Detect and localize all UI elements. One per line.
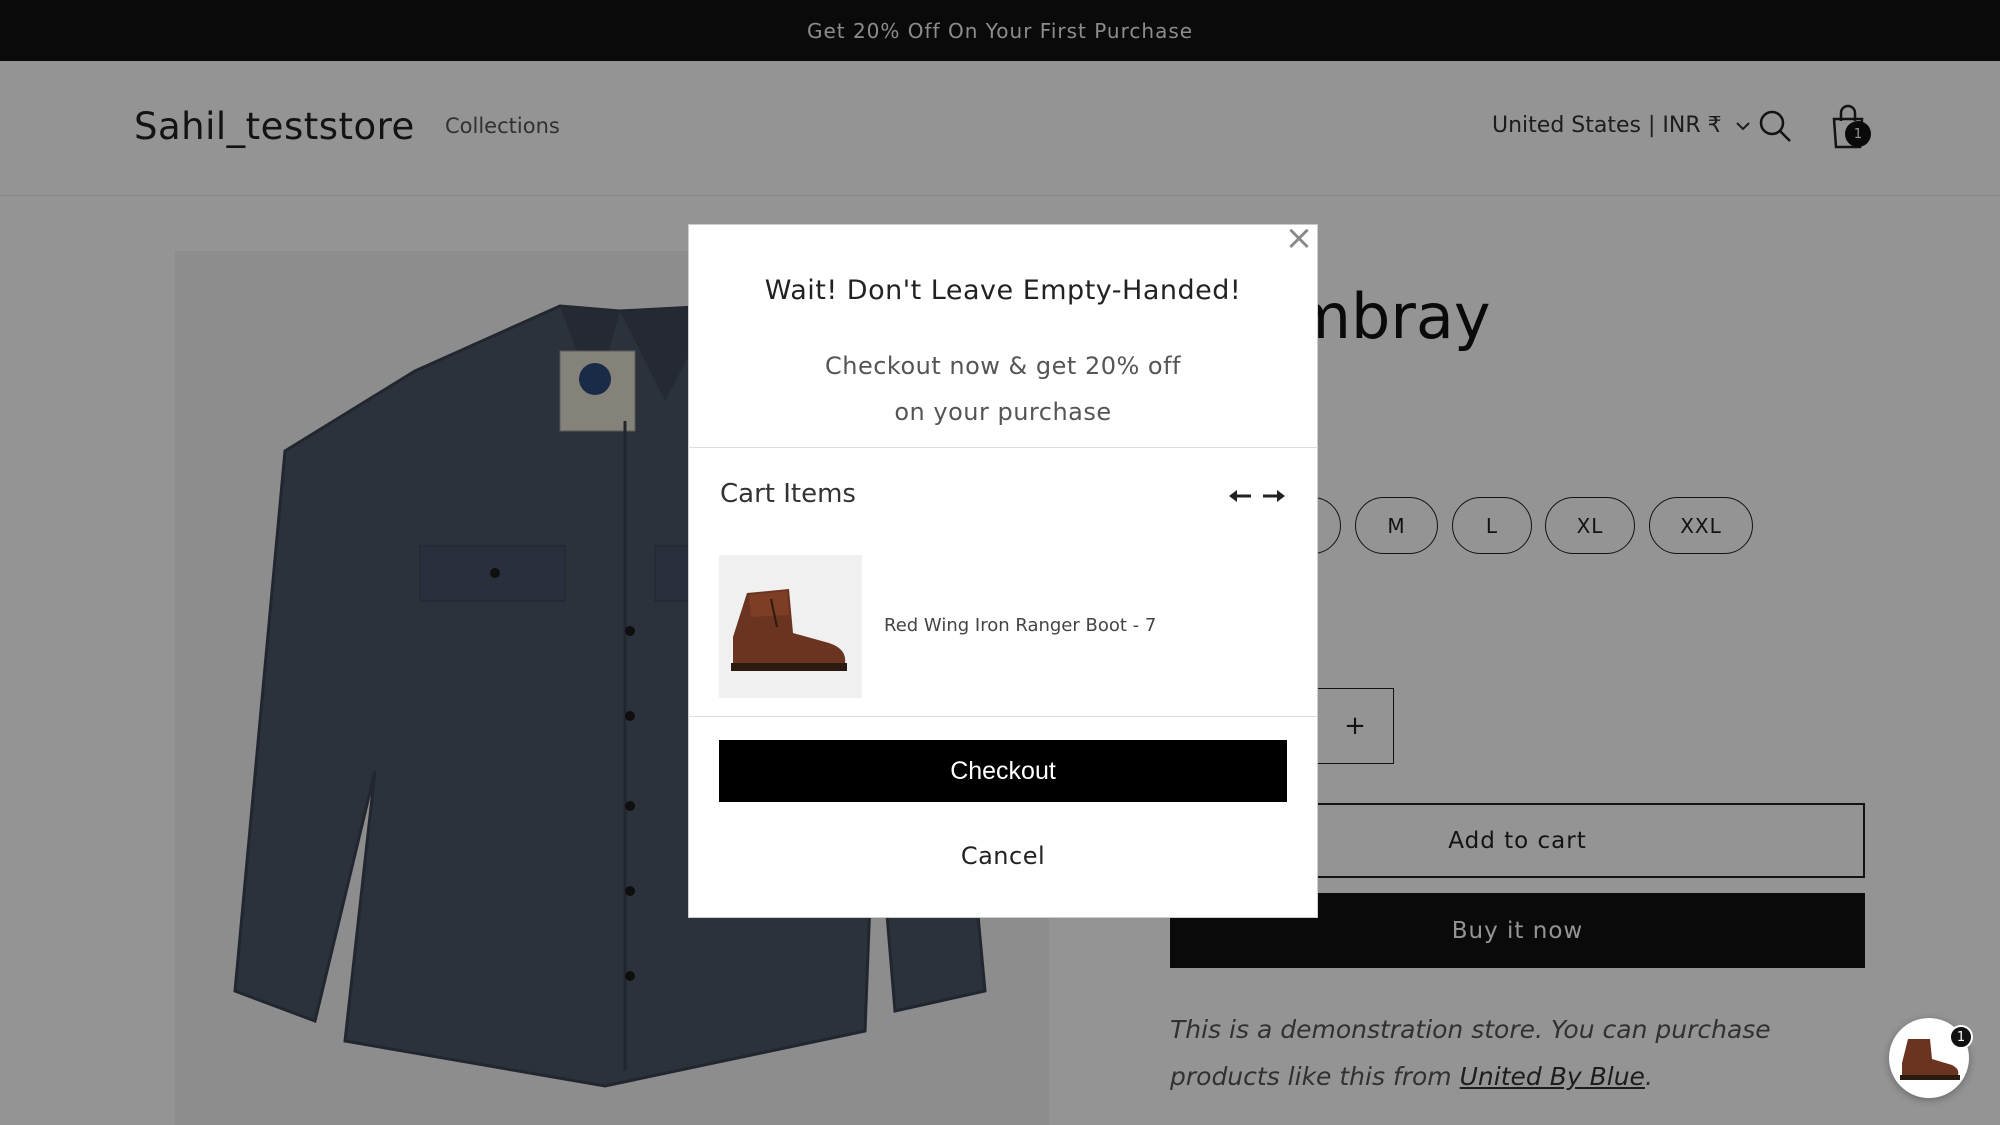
cart-items-label: Cart Items — [720, 479, 856, 509]
cart-item-name: Red Wing Iron Ranger Boot - 7 — [884, 615, 1157, 636]
checkout-button[interactable]: Checkout — [719, 740, 1287, 802]
close-icon[interactable]: × — [1284, 221, 1314, 255]
cancel-button[interactable]: Cancel — [719, 836, 1287, 876]
boot-image — [719, 555, 862, 698]
arrow-right-icon[interactable] — [1261, 484, 1287, 508]
modal-subtitle-line1: Checkout now & get 20% off — [825, 352, 1181, 380]
cart-item-image — [719, 555, 862, 698]
modal-divider-top — [688, 447, 1318, 448]
modal-subtitle-line2: on your purchase — [894, 398, 1112, 426]
modal-title: Wait! Don't Leave Empty-Handed! — [764, 275, 1242, 306]
arrow-left-icon[interactable] — [1227, 484, 1253, 508]
chat-badge: 1 — [1949, 1025, 1973, 1049]
modal-divider-bottom — [688, 716, 1318, 717]
modal-subtitle: Checkout now & get 20% off on your purch… — [688, 343, 1318, 435]
